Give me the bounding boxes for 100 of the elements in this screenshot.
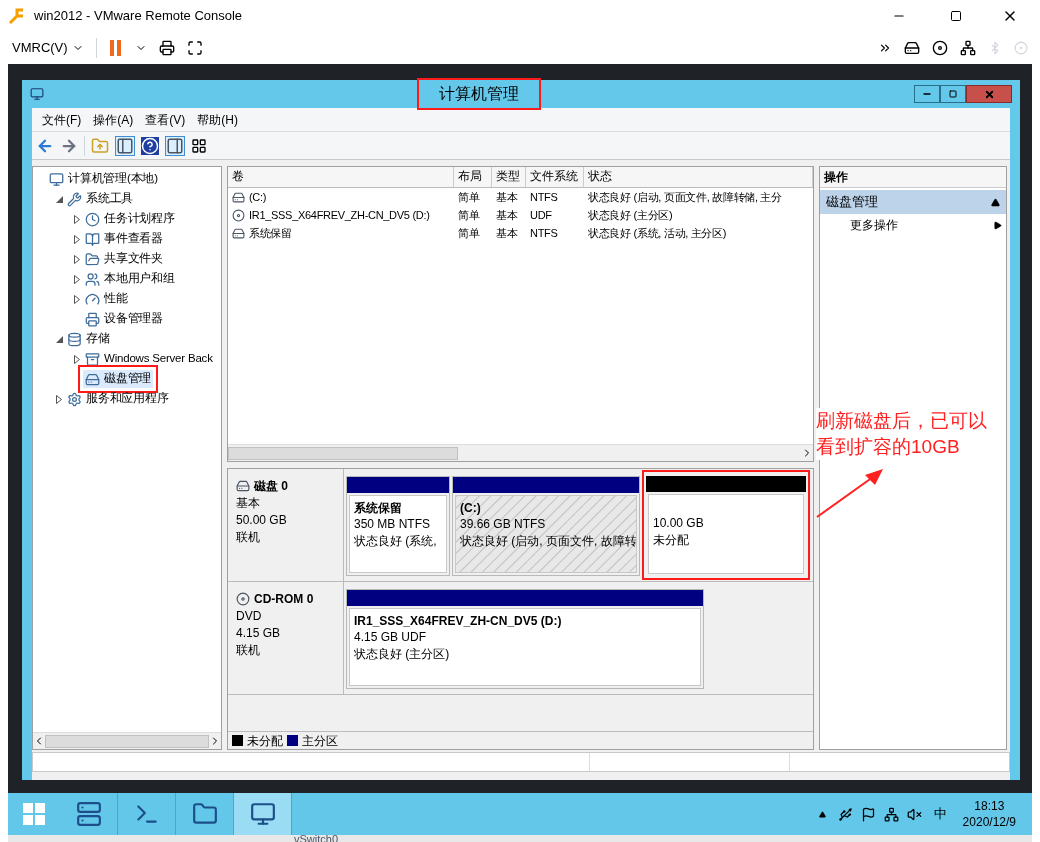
table-cell-text: 基本 xyxy=(496,225,518,241)
storage-icon xyxy=(67,331,82,347)
table-cell-text: IR1_SSS_X64FREV_ZH-CN_DV5 (D:) xyxy=(249,207,430,223)
collapsed-icon[interactable] xyxy=(74,214,80,224)
tray-expand-icon[interactable] xyxy=(818,810,826,818)
disc-icon[interactable] xyxy=(932,39,948,56)
drive-icon xyxy=(236,479,250,493)
table-cell-text: 简单 xyxy=(458,189,480,205)
network-icon[interactable] xyxy=(960,39,976,56)
show-tree-icon[interactable] xyxy=(115,135,135,156)
collapsed-icon[interactable] xyxy=(56,394,62,404)
table-cell-text: 基本 xyxy=(496,189,518,205)
actions-header: 操作 xyxy=(820,167,1006,188)
disk-info: 联机 xyxy=(236,642,261,659)
collapsed-icon[interactable] xyxy=(74,234,80,244)
muted-speaker-icon[interactable] xyxy=(906,806,922,822)
usb-icon[interactable] xyxy=(837,806,853,822)
table-cell-text: 状态良好 (启动, 页面文件, 故障转储, 主分 xyxy=(588,189,782,205)
window-icon xyxy=(30,87,44,101)
network-icon[interactable] xyxy=(883,806,899,822)
table-cell-text: UDF xyxy=(530,207,552,223)
vmrc-menu[interactable]: VMRC(V) xyxy=(12,37,84,58)
tree-item[interactable]: 任务计划程序 xyxy=(83,210,177,228)
column-header[interactable]: 类型 xyxy=(492,167,526,187)
partition-name: (C:) xyxy=(460,500,481,516)
ime-indicator[interactable]: 中 xyxy=(933,804,947,824)
windows-logo-icon xyxy=(23,803,45,825)
tree-item[interactable]: 性能 xyxy=(83,290,130,308)
taskbar-app[interactable] xyxy=(234,793,292,835)
actions-section[interactable]: 磁盘管理 xyxy=(820,190,1006,214)
partition-status: 状态良好 (主分区) xyxy=(354,646,450,663)
app-logo-icon xyxy=(8,6,26,25)
backup-icon xyxy=(85,351,100,367)
column-header[interactable]: 布局 xyxy=(454,167,492,187)
partition[interactable]: (C:) 39.66 GB NTFS 状态良好 (启动, 页面文件, 故障转 xyxy=(452,476,640,576)
gauge-icon xyxy=(85,291,100,307)
disk-info: 50.00 GB xyxy=(236,512,288,529)
maximize-icon[interactable] xyxy=(950,9,962,22)
scroll-thumb[interactable] xyxy=(228,446,458,460)
menu-item[interactable]: 查看(V) xyxy=(139,110,192,129)
table-cell-text: 简单 xyxy=(458,225,480,241)
menu-item[interactable]: 帮助(H) xyxy=(191,110,244,129)
disk-name: CD-ROM 0 xyxy=(254,591,314,608)
menu-item[interactable]: 文件(F) xyxy=(36,110,88,129)
menu-item[interactable]: 操作(A) xyxy=(87,110,140,129)
show-actions-icon[interactable] xyxy=(165,135,185,156)
collapse-icon[interactable] xyxy=(991,197,1000,207)
tools-icon xyxy=(67,191,82,207)
horizontal-scrollbar[interactable] xyxy=(228,444,813,461)
expanded-icon[interactable] xyxy=(55,195,63,203)
tree-item[interactable]: 本地用户和组 xyxy=(83,270,177,288)
partition-size: 39.66 GB NTFS xyxy=(460,516,546,533)
action-item[interactable]: 更多操作 xyxy=(820,214,1006,236)
tree-item[interactable]: 计算机管理(本地) xyxy=(47,170,160,188)
column-header[interactable]: 状态 xyxy=(584,167,813,187)
drive-icon xyxy=(232,226,245,240)
partition[interactable]: IR1_SSS_X64FREV_ZH-CN_DV5 (D:) 4.15 GB UDF 状态良好 (主分区) xyxy=(346,589,704,689)
computer-icon xyxy=(49,171,64,187)
help-icon[interactable] xyxy=(141,136,159,155)
server-manager-icon xyxy=(75,801,102,827)
tree-item[interactable]: 系统工具 xyxy=(65,190,136,208)
partition-size: 10.00 GB xyxy=(653,515,704,532)
annotation-arrow xyxy=(815,467,885,519)
partition-status: 状态良好 (启动, 页面文件, 故障转 xyxy=(460,533,636,550)
partition-status: 状态良好 (系统, xyxy=(354,533,437,550)
legend-label: 未分配 xyxy=(247,732,283,750)
hard-drive-icon[interactable] xyxy=(904,39,920,56)
clock[interactable]: 18:13 2020/12/9 xyxy=(962,798,1016,830)
collapsed-icon[interactable] xyxy=(74,294,80,304)
tree-item[interactable]: 设备管理器 xyxy=(83,310,165,328)
close-icon xyxy=(983,88,995,100)
disk-name: 磁盘 0 xyxy=(254,478,288,495)
horizontal-scrollbar[interactable] xyxy=(33,732,221,749)
collapsed-icon[interactable] xyxy=(74,354,80,364)
pause-icon[interactable] xyxy=(108,39,123,56)
tree-item[interactable]: 事件查看器 xyxy=(83,230,165,248)
column-header[interactable]: 文件系统 xyxy=(526,167,584,187)
app-title: win2012 - VMware Remote Console xyxy=(34,6,244,25)
tree-item[interactable]: 共享文件夹 xyxy=(83,250,165,268)
expanded-icon[interactable] xyxy=(55,335,63,343)
table-cell-text: 系统保留 xyxy=(249,225,292,241)
tree-item[interactable]: 存储 xyxy=(65,330,112,348)
collapsed-icon[interactable] xyxy=(74,254,80,264)
close-button[interactable] xyxy=(966,85,1012,103)
minimize-button[interactable] xyxy=(914,85,940,103)
legend-label: 主分区 xyxy=(302,732,338,750)
tree-item[interactable]: Windows Server Back xyxy=(83,350,215,368)
partition[interactable]: 系统保留 350 MB NTFS 状态良好 (系统, xyxy=(346,476,450,576)
flag-icon[interactable] xyxy=(860,806,876,822)
settings-icon xyxy=(67,391,82,407)
column-header[interactable]: 卷 xyxy=(228,167,454,187)
fullscreen-icon[interactable] xyxy=(186,39,203,56)
scroll-thumb[interactable] xyxy=(45,734,209,748)
table-cell-text: 基本 xyxy=(496,207,518,223)
submenu-icon xyxy=(993,220,1002,230)
table-cell-text: (C:) xyxy=(249,189,267,205)
tree-item[interactable]: 服务和应用程序 xyxy=(65,390,171,408)
maximize-button[interactable] xyxy=(940,85,966,103)
collapsed-icon[interactable] xyxy=(74,274,80,284)
partition[interactable]: 10.00 GB 未分配 xyxy=(642,470,810,580)
